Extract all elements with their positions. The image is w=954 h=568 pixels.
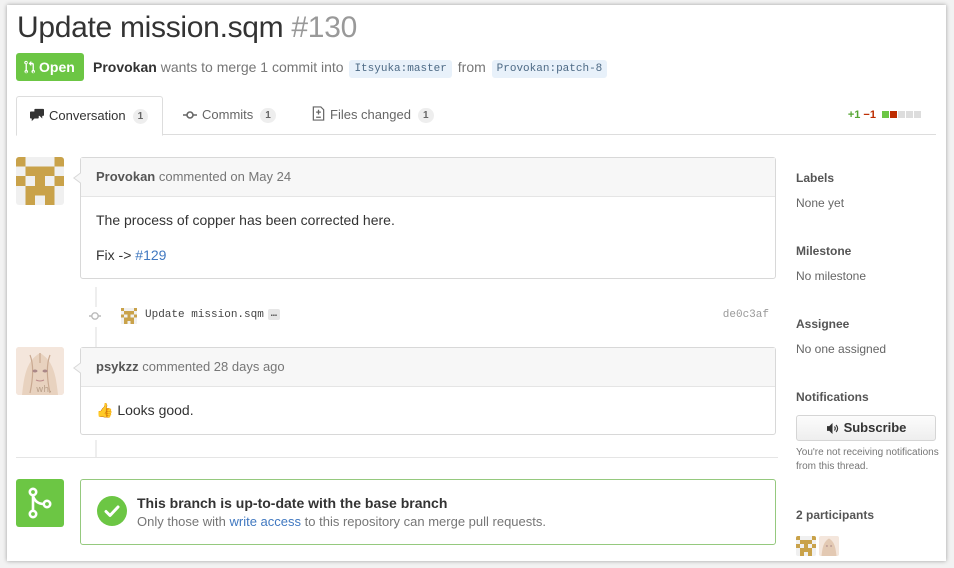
pull-request-page: Update mission.sqm #130 Open Provokan wa… xyxy=(7,5,946,561)
labels-value: None yet xyxy=(796,196,845,210)
timeline-line xyxy=(95,440,97,457)
tab-counter: 1 xyxy=(132,109,149,124)
diffstat-additions: +1 xyxy=(847,109,861,121)
pr-title: Update mission.sqm xyxy=(17,11,284,44)
fix-prefix: Fix -> xyxy=(96,247,132,263)
tab-label: Conversation xyxy=(49,108,126,123)
comment-box: Provokan commented on May 24 The process… xyxy=(73,157,776,279)
comment-box: psykzz commented 28 days ago 👍 Looks goo… xyxy=(73,347,776,435)
diffstat: +1 −1 xyxy=(848,109,922,121)
tabnav: Conversation 1 Commits 1 Files changed 1 +1… xyxy=(16,96,936,136)
notifications-note: You're not receiving notifications from … xyxy=(796,447,939,472)
comment-time[interactable]: commented 28 days ago xyxy=(142,359,284,374)
comment-author[interactable]: psykzz xyxy=(96,359,139,374)
tab-files-changed[interactable]: Files changed 1 xyxy=(312,96,434,135)
git-pull-request-icon xyxy=(24,60,35,74)
write-access-link[interactable]: write access xyxy=(230,514,302,529)
subscribe-label: Subscribe xyxy=(843,420,907,435)
participants-title: 2 participants xyxy=(796,508,875,522)
assignee-value: No one assigned xyxy=(796,342,887,356)
merge-status-icon xyxy=(16,479,64,527)
svg-text:wh.: wh. xyxy=(36,385,52,395)
diff-icon xyxy=(312,106,325,121)
diffstat-deletions: −1 xyxy=(863,109,876,121)
thumbs-up-icon: 👍 xyxy=(96,402,114,418)
milestone-title: Milestone xyxy=(796,244,852,258)
issue-link[interactable]: #129 xyxy=(135,247,166,263)
commit-row: Update mission.sqm… de0c3af xyxy=(87,306,777,326)
comment-header: psykzz commented 28 days ago xyxy=(81,348,775,387)
sidebar-assignee[interactable]: Assignee No one assigned xyxy=(796,317,936,356)
tab-counter: 1 xyxy=(417,108,434,123)
comment-text: Looks good. xyxy=(117,402,194,418)
page-title: Update mission.sqm #130 xyxy=(17,11,357,45)
avatar[interactable] xyxy=(796,536,816,556)
timeline-line xyxy=(95,327,97,347)
check-icon xyxy=(97,496,127,526)
speaker-icon xyxy=(826,423,838,434)
merge-status-box: This branch is up-to-date with the base … xyxy=(80,479,776,545)
comment-text: The process of copper has been corrected… xyxy=(96,212,395,228)
subscribe-button[interactable]: Subscribe xyxy=(796,415,936,441)
commit-message: Update mission.sqm… xyxy=(145,309,280,321)
diffstat-blocks xyxy=(882,109,922,121)
comment-body: 👍 Looks good. xyxy=(81,387,775,434)
sidebar-labels[interactable]: Labels None yet xyxy=(796,171,936,210)
sidebar-participants: 2 participants xyxy=(796,508,936,522)
from-word: from xyxy=(457,59,486,75)
pr-number: #130 xyxy=(291,11,357,44)
commit-message-link[interactable]: Update mission.sqm xyxy=(145,309,264,321)
tab-label: Files changed xyxy=(330,107,411,122)
assignee-title: Assignee xyxy=(796,317,850,331)
comment-time[interactable]: commented on May 24 xyxy=(159,169,291,184)
sidebar-milestone[interactable]: Milestone No milestone xyxy=(796,244,936,283)
head-ref[interactable]: Provokan:patch-8 xyxy=(491,60,608,78)
comment-author[interactable]: Provokan xyxy=(96,169,155,184)
status-label: Open xyxy=(39,59,75,75)
base-ref[interactable]: Itsyuka:master xyxy=(349,60,452,78)
expand-commit-button[interactable]: … xyxy=(267,309,280,320)
labels-title: Labels xyxy=(796,171,835,185)
tab-conversation[interactable]: Conversation 1 xyxy=(16,96,164,136)
merge-status-note: Only those with write access to this rep… xyxy=(137,514,546,529)
sidebar-notifications: Notifications xyxy=(796,390,936,404)
pr-meta: Provokan wants to merge 1 commit into It… xyxy=(93,59,609,78)
status-badge: Open xyxy=(16,53,84,81)
tab-label: Commits xyxy=(202,107,254,122)
timeline-line xyxy=(95,287,97,307)
comment-discussion-icon xyxy=(30,108,44,122)
milestone-value: No milestone xyxy=(796,269,867,283)
notifications-title: Notifications xyxy=(796,390,869,404)
avatar[interactable] xyxy=(819,536,839,556)
divider xyxy=(16,457,778,458)
tab-commits[interactable]: Commits 1 xyxy=(183,96,276,135)
comment-header: Provokan commented on May 24 xyxy=(81,158,775,197)
merge-text: wants to merge 1 commit into xyxy=(160,59,344,75)
avatar[interactable] xyxy=(121,308,137,324)
git-merge-icon xyxy=(28,487,52,519)
git-commit-icon xyxy=(89,312,101,320)
avatar[interactable]: wh. xyxy=(16,347,64,395)
commit-sha[interactable]: de0c3af xyxy=(723,309,769,321)
author-link[interactable]: Provokan xyxy=(93,59,157,75)
merge-status-heading: This branch is up-to-date with the base … xyxy=(137,495,448,511)
git-commit-icon xyxy=(183,111,197,119)
avatar[interactable] xyxy=(16,157,64,205)
tab-counter: 1 xyxy=(260,108,276,123)
comment-body: The process of copper has been corrected… xyxy=(81,197,775,278)
